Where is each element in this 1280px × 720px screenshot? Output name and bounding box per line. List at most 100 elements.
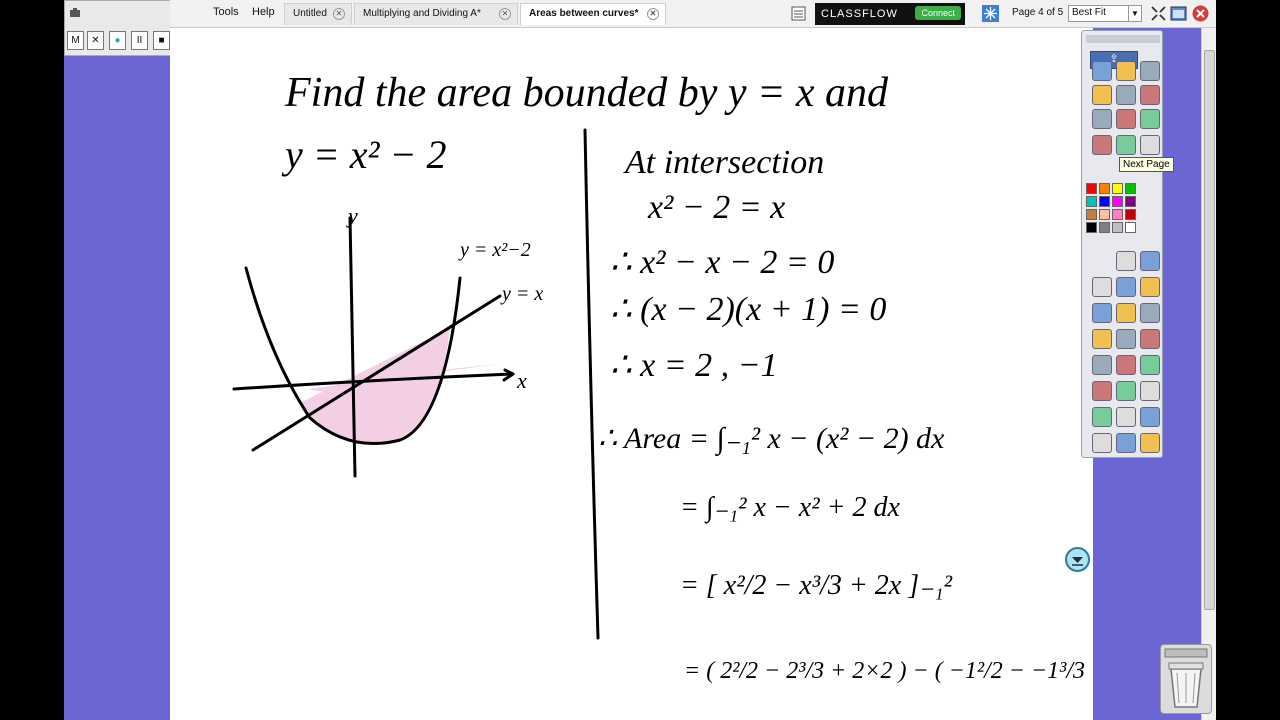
chevron-down-icon: ▼ [1128, 6, 1141, 21]
color-swatch[interactable] [1125, 183, 1136, 194]
page-sorter-icon[interactable] [790, 5, 807, 22]
arrow-icon[interactable] [1116, 135, 1136, 155]
color-swatch[interactable] [1125, 196, 1136, 207]
close-tab-icon[interactable]: ✕ [499, 8, 511, 20]
pen-tool-icon[interactable] [1140, 61, 1160, 81]
pen-tool-icon[interactable] [1116, 381, 1136, 401]
link-icon[interactable] [1092, 303, 1112, 323]
edit-icon[interactable] [1116, 355, 1136, 375]
highlighter-icon[interactable] [1092, 85, 1112, 105]
color-swatch[interactable] [1099, 183, 1110, 194]
rec-button-m[interactable]: M [67, 31, 84, 50]
work-line-5: ∴ x = 2 , −1 [610, 347, 778, 384]
graph: y x y = x²−2 y = x [232, 203, 543, 478]
camera-icon[interactable] [1140, 303, 1160, 323]
color-swatch[interactable] [1112, 209, 1123, 220]
undo-icon[interactable] [1140, 329, 1160, 349]
stop-button[interactable]: ■ [153, 31, 170, 50]
palette-drag-handle[interactable] [1086, 35, 1160, 43]
profile-icon[interactable] [1092, 381, 1112, 401]
menu-tools[interactable]: Tools [213, 6, 239, 18]
next-page-icon[interactable] [1116, 407, 1136, 427]
select-icon[interactable] [1140, 109, 1160, 129]
scrollbar-thumb[interactable] [1204, 50, 1215, 610]
flipchart-page[interactable]: Find the area bounded by y = x and y = x… [170, 28, 1184, 720]
top-toolbar: Tools Help Untitled ✕ Multiplying and Div… [170, 0, 1216, 28]
page-icon[interactable] [1140, 355, 1160, 375]
page-down-button[interactable] [1065, 547, 1090, 572]
pause-button[interactable]: II [131, 31, 148, 50]
zoom-select[interactable]: Best Fit ▼ [1068, 5, 1142, 22]
camera-icon [70, 8, 80, 17]
select-icon[interactable] [1116, 433, 1136, 453]
color-swatch[interactable] [1099, 209, 1110, 220]
tab-areas[interactable]: Areas between curves* ✕ [520, 3, 666, 25]
print-icon[interactable] [1092, 109, 1112, 129]
profile-icon[interactable] [1116, 61, 1136, 81]
close-app-icon[interactable] [1192, 5, 1209, 22]
paint-icon[interactable] [1116, 277, 1136, 297]
color-swatch[interactable] [1112, 222, 1123, 233]
highlighter-icon[interactable] [1140, 381, 1160, 401]
marker-icon[interactable] [1140, 251, 1160, 271]
title-line-1: Find the area bounded by y = x and [284, 70, 889, 116]
reset-icon[interactable] [1092, 329, 1112, 349]
snowflake-icon[interactable] [982, 5, 999, 22]
print-icon[interactable] [1140, 407, 1160, 427]
close-tab-icon[interactable]: ✕ [647, 8, 659, 20]
work-line-4: ∴ (x − 2)(x + 1) = 0 [610, 291, 886, 328]
eraser-icon[interactable] [1140, 433, 1160, 453]
connect-button[interactable]: Connect [915, 6, 961, 20]
color-swatch[interactable] [1125, 222, 1136, 233]
play-icon[interactable] [1092, 433, 1112, 453]
chevron-down-icon [1072, 557, 1083, 566]
next-page-icon[interactable] [1140, 85, 1160, 105]
shape-icon[interactable] [1140, 277, 1160, 297]
tab-multiplying[interactable]: Multiplying and Dividing A* ✕ [354, 3, 518, 25]
page-icon[interactable] [1092, 61, 1112, 81]
close-tab-icon[interactable]: ✕ [333, 8, 345, 20]
color-swatch[interactable] [1099, 222, 1110, 233]
work-line-9: = ( 2²/2 − 2³/3 + 2×2 ) − ( −1²/2 − −1³/… [684, 658, 1093, 684]
back-icon[interactable] [1092, 407, 1112, 427]
title-line-2: y = x² − 2 [281, 132, 446, 177]
work-line-1: At intersection [623, 144, 824, 181]
copy-icon[interactable] [1092, 277, 1112, 297]
save-icon[interactable] [1116, 329, 1136, 349]
shaded-area [300, 328, 450, 443]
divider-line [583, 128, 600, 640]
color-swatch[interactable] [1125, 209, 1136, 220]
color-swatch[interactable] [1112, 196, 1123, 207]
color-swatch[interactable] [1086, 222, 1097, 233]
trash-can[interactable] [1160, 644, 1212, 714]
text-icon[interactable] [1116, 303, 1136, 323]
vertical-scrollbar[interactable] [1201, 28, 1216, 720]
page-indicator: Page 4 of 5 [1012, 7, 1064, 18]
back-icon[interactable] [1116, 85, 1136, 105]
cut-icon[interactable] [1140, 135, 1160, 155]
color-swatch[interactable] [1086, 196, 1097, 207]
pen-icon[interactable] [1116, 251, 1136, 271]
color-swatch[interactable] [1086, 183, 1097, 194]
color-swatch[interactable] [1099, 196, 1110, 207]
color-swatch[interactable] [1112, 183, 1123, 194]
window-icon[interactable] [1170, 5, 1187, 22]
trash-icon [1164, 648, 1208, 708]
color-swatch[interactable] [1086, 209, 1097, 220]
eraser-icon[interactable] [1092, 135, 1112, 155]
handwriting-canvas: Find the area bounded by y = x and y = x… [232, 70, 1184, 684]
work-line-8: = [ x²/2 − x³/3 + 2x ]₋₁² [680, 570, 953, 601]
x-axis-label: x [516, 368, 527, 393]
work-line-2: x² − 2 = x [647, 189, 785, 226]
line-label: y = x [500, 283, 543, 305]
work-line-7: = ∫₋₁² x − x² + 2 dx [680, 492, 901, 524]
rec-button-close[interactable]: ✕ [87, 31, 104, 50]
redo-icon[interactable] [1092, 355, 1112, 375]
menu-help[interactable]: Help [252, 6, 275, 18]
tab-untitled[interactable]: Untitled ✕ [284, 3, 352, 25]
fullscreen-icon[interactable] [1150, 5, 1167, 22]
play-icon[interactable] [1116, 109, 1136, 129]
classflow-brand: CLASSFLOW Connect [815, 3, 965, 25]
record-button[interactable]: ● [109, 31, 126, 50]
right-margin [1216, 0, 1280, 720]
